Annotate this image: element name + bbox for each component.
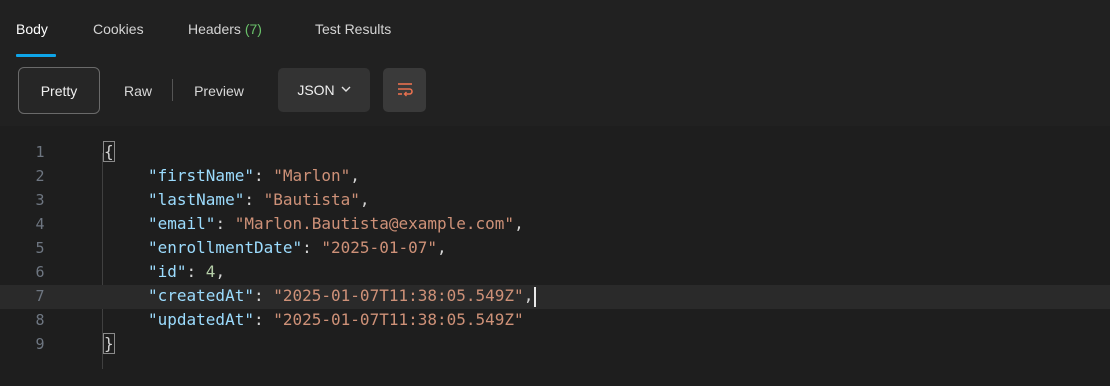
json-value: "Marlon" [273,166,351,185]
line-number: 5 [35,239,45,257]
json-comma: , [215,262,226,281]
line-number: 2 [35,167,45,185]
tab-headers[interactable]: Headers (7) [188,21,262,37]
code-line: 2 "firstName": "Marlon", [0,165,1110,189]
json-value: "Bautista" [263,190,360,209]
json-comma: , [523,286,534,305]
code-line: 5 "enrollmentDate": "2025-01-07", [0,237,1110,261]
text-cursor [534,286,537,307]
wrap-lines-icon [396,81,414,100]
segment-divider [172,79,173,101]
raw-button[interactable]: Raw [106,67,170,114]
line-number: 6 [35,263,45,281]
line-code: { [103,141,115,162]
json-comma: , [436,238,447,257]
code-line: 9 } [0,333,1110,357]
format-dropdown-label: JSON [297,82,335,98]
json-comma: , [359,190,370,209]
json-comma: , [350,166,360,185]
preview-button[interactable]: Preview [178,67,260,114]
close-brace: } [103,333,115,354]
format-dropdown[interactable]: JSON [278,68,370,112]
tab-cookies[interactable]: Cookies [93,21,144,37]
json-key: "id" [148,262,187,281]
json-key: "lastName" [148,190,245,209]
line-code: "createdAt": "2025-01-07T11:38:05.549Z", [148,286,537,307]
json-value: "2025-01-07T11:38:05.549Z" [273,286,524,305]
line-number: 4 [35,215,45,233]
json-key: "firstName" [148,166,254,185]
line-code: "id": 4, [148,262,226,281]
json-key: "updatedAt" [148,310,254,329]
json-value: "Marlon.Bautista@example.com" [234,214,515,233]
json-key: "createdAt" [148,286,254,305]
response-tabs-bar: Body Cookies Headers (7) Test Results [0,0,1110,58]
json-value: "2025-01-07T11:38:05.549Z" [273,310,524,329]
line-number: 7 [35,287,45,305]
json-value: "2025-01-07" [321,238,437,257]
code-line: 8 "updatedAt": "2025-01-07T11:38:05.549Z… [0,309,1110,333]
json-comma: , [514,214,524,233]
response-body-editor[interactable]: 1 { 2 "firstName": "Marlon", 3 "lastName… [0,126,1110,386]
code-line-current: 7 "createdAt": "2025-01-07T11:38:05.549Z… [0,285,1110,309]
active-tab-indicator [16,54,56,57]
pretty-button[interactable]: Pretty [18,67,100,114]
chevron-down-icon [341,85,351,96]
wrap-lines-button[interactable] [383,68,426,112]
code-line: 1 { [0,141,1110,165]
code-line: 6 "id": 4, [0,261,1110,285]
line-code: "firstName": "Marlon", [148,166,360,185]
line-number: 8 [35,311,45,329]
json-key: "enrollmentDate" [148,238,303,257]
line-number: 1 [35,143,45,161]
code-line: 4 "email": "Marlon.Bautista@example.com"… [0,213,1110,237]
line-code: "lastName": "Bautista", [148,190,370,209]
line-code: "enrollmentDate": "2025-01-07", [148,238,447,257]
line-number: 3 [35,191,45,209]
open-brace: { [103,141,115,162]
headers-count-badge: (7) [244,21,262,37]
line-number: 9 [35,335,45,353]
tab-headers-label: Headers [188,21,241,37]
tab-test-results[interactable]: Test Results [315,21,391,37]
line-code: "email": "Marlon.Bautista@example.com", [148,214,524,233]
line-code: } [103,333,115,354]
tab-body[interactable]: Body [16,21,48,37]
code-line: 3 "lastName": "Bautista", [0,189,1110,213]
json-value: 4 [205,262,216,281]
line-code: "updatedAt": "2025-01-07T11:38:05.549Z" [148,310,524,329]
json-key: "email" [148,214,216,233]
